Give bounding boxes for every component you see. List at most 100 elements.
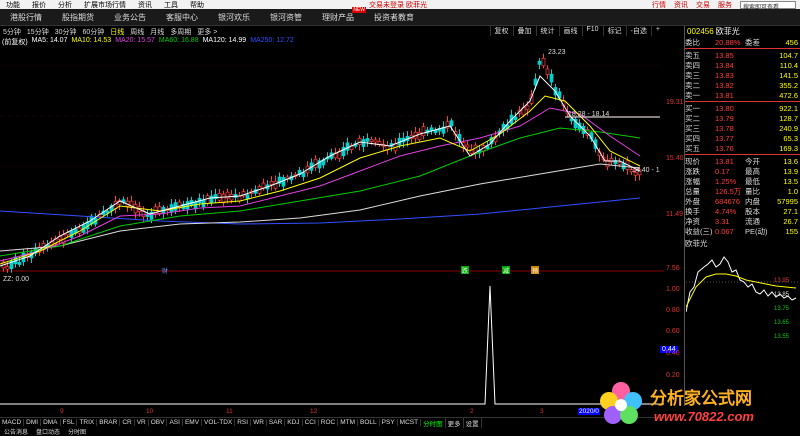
- search-input[interactable]: 搜索即可查看: [740, 0, 796, 11]
- period-30min[interactable]: 30分钟: [52, 27, 80, 37]
- indicator-tab[interactable]: BOLL: [358, 419, 380, 426]
- nav-tab[interactable]: 银河欢乐: [208, 12, 260, 23]
- ma20-label: MA20: 15.57: [115, 37, 155, 44]
- intraday-price-line: [686, 256, 797, 313]
- indicator-tab[interactable]: VOL-TDX: [202, 419, 236, 426]
- bid-row: 买五 13.76 169.3: [685, 143, 800, 153]
- ask-row: 卖四 13.84 110.4: [685, 60, 800, 70]
- indicator-tab[interactable]: TRIX: [77, 419, 98, 426]
- indicator-tab[interactable]: RSI: [235, 419, 252, 426]
- candle-body: [185, 201, 190, 210]
- x-axis-label: 10: [146, 408, 154, 415]
- indicator-tab[interactable]: SAR: [267, 419, 286, 426]
- indicator-tab[interactable]: FSL: [61, 419, 78, 426]
- weicha-value: 456: [785, 37, 798, 47]
- draw-button[interactable]: 画线: [558, 26, 582, 36]
- stat-l: 净资: [685, 216, 700, 226]
- indicator-tab[interactable]: PSY: [380, 419, 398, 426]
- candles: [1, 53, 642, 273]
- period-more[interactable]: 更多 >: [194, 27, 220, 37]
- indicator-tab[interactable]: WR: [251, 419, 267, 426]
- f10-button[interactable]: F10: [581, 26, 603, 36]
- candle-body: [377, 141, 382, 145]
- indicator-tab[interactable]: MTM: [338, 419, 359, 426]
- stat-row: 涨幅 1.25% 最低 13.5: [685, 176, 800, 186]
- indicator-tab[interactable]: MACD: [0, 419, 25, 426]
- y-axis-label: 11.49: [666, 211, 683, 218]
- nav-tab[interactable]: 银河资管: [260, 12, 312, 23]
- kline-chart[interactable]: 23.23 18.28 - 18.14 14.40 - 1 财 跌 减 预: [0, 46, 664, 406]
- zz-indicator-label: ZZ: 0.00: [3, 276, 30, 283]
- indicator-tab[interactable]: 更多: [446, 417, 464, 428]
- ma5-label: MA5: 14.07: [31, 37, 68, 44]
- indicator-tab[interactable]: CR: [120, 419, 135, 426]
- indicator-tab[interactable]: OBV: [149, 419, 168, 426]
- event-marker-finance: 财: [162, 267, 168, 275]
- stats-button[interactable]: 统计: [535, 26, 559, 36]
- mini-axis-label: 13.55: [774, 334, 790, 340]
- info-tab[interactable]: 盘口动态: [32, 427, 64, 436]
- stock-name: 欧菲光: [715, 27, 740, 36]
- add-button[interactable]: +: [650, 26, 664, 36]
- indicator-tab[interactable]: 设置: [464, 417, 482, 428]
- period-15min[interactable]: 15分钟: [24, 27, 52, 37]
- mid-annotation: 18.28 - 18.14: [568, 111, 609, 118]
- remove-watchlist-button[interactable]: -自选: [625, 26, 651, 36]
- nav-tab[interactable]: 股指期货: [52, 12, 104, 23]
- intraday-mini-chart[interactable]: 13.95 13.85 13.75 13.65 13.55: [686, 252, 800, 364]
- stock-code: 002456: [687, 27, 714, 36]
- mini-title-row: 欧菲光: [685, 238, 800, 248]
- restore-button[interactable]: 复权: [489, 26, 513, 36]
- indicator-tab[interactable]: VR: [135, 419, 149, 426]
- weicha-label: 委差: [745, 37, 760, 47]
- flower-logo-icon: [600, 382, 642, 424]
- row-price: 13.77: [715, 133, 734, 143]
- ask-row: 卖二 13.82 355.2: [685, 80, 800, 90]
- indicator-tab[interactable]: DMA: [41, 419, 61, 426]
- period-60min[interactable]: 60分钟: [80, 27, 108, 37]
- ma10-label: MA10: 14.53: [71, 37, 112, 44]
- x-axis-label: 9: [60, 408, 64, 415]
- bid-row: 买四 13.77 65.3: [685, 133, 800, 143]
- weibi-row: 委比 20.88% 委差 456: [685, 37, 800, 47]
- indicator-tab[interactable]: MCST: [398, 419, 422, 426]
- candle-body: [273, 180, 278, 189]
- stat-l: 涨跌: [685, 166, 700, 176]
- indicator-tab[interactable]: BRAR: [97, 419, 121, 426]
- weibi-label: 委比: [685, 37, 700, 47]
- weibi-value: 20.88%: [715, 37, 741, 47]
- row-label: 卖一: [685, 90, 700, 100]
- nav-tab[interactable]: 客服中心: [156, 12, 208, 23]
- stat-l2: 股本: [745, 206, 760, 216]
- period-day[interactable]: 日线: [107, 27, 127, 37]
- indicator-tab[interactable]: ASI: [167, 419, 183, 426]
- mark-button[interactable]: 标记: [602, 26, 626, 36]
- period-month[interactable]: 月线: [147, 27, 167, 37]
- indicator-tab[interactable]: ROC: [319, 419, 339, 426]
- candle-body: [545, 68, 550, 75]
- mini-axis-label: 13.65: [774, 320, 790, 326]
- indicator-tab[interactable]: DMI: [24, 419, 42, 426]
- period-5min[interactable]: 5分钟: [0, 27, 24, 37]
- stat-v: 126.5万: [715, 186, 742, 196]
- row-volume: 922.1: [779, 103, 798, 113]
- period-multi[interactable]: 多周期: [167, 27, 194, 37]
- indicator-tab[interactable]: 分时图: [421, 417, 446, 428]
- event-marker-forecast: 预: [532, 267, 538, 275]
- nav-tab-finance[interactable]: 理财产品 NEW: [312, 6, 366, 23]
- nav-tab[interactable]: 港股行情: [0, 12, 52, 23]
- indicator-tab[interactable]: EMV: [183, 419, 203, 426]
- info-tab[interactable]: 分时图: [64, 427, 90, 436]
- stat-row: 收益(三) 0.067 PE(动) 155: [685, 226, 800, 236]
- nav-tab[interactable]: 业务公告: [104, 12, 156, 23]
- indicator-tab[interactable]: CCI: [303, 419, 319, 426]
- overlay-button[interactable]: 叠加: [512, 26, 536, 36]
- bid-row: 买二 13.79 128.7: [685, 113, 800, 123]
- stat-v2: 57995: [777, 196, 798, 206]
- ma10-line: [0, 95, 641, 265]
- period-week[interactable]: 周线: [127, 27, 147, 37]
- nav-tab[interactable]: 投资者教育: [364, 12, 424, 23]
- nav-tab-label: 理财产品: [322, 12, 354, 22]
- indicator-tab[interactable]: KDJ: [285, 419, 303, 426]
- info-tab[interactable]: 公告消息: [0, 427, 32, 436]
